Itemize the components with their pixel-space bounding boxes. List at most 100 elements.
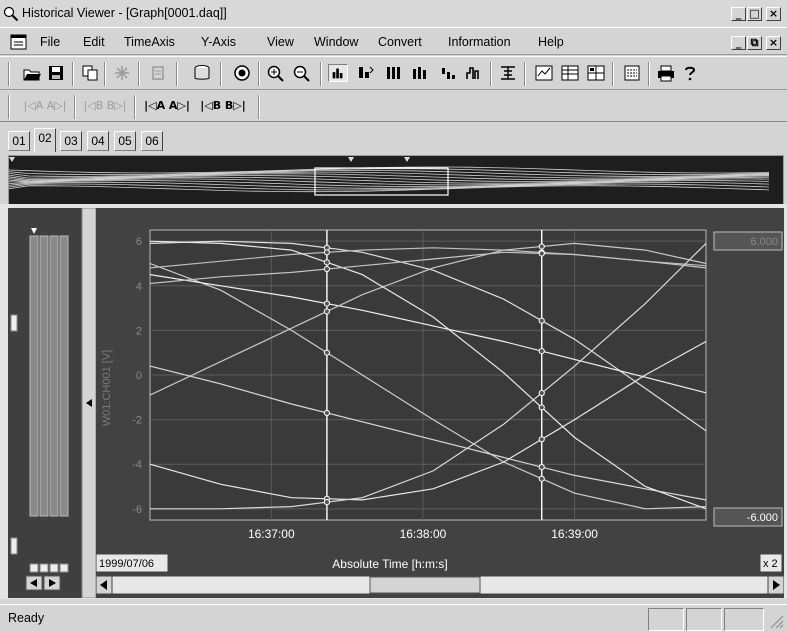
toolbar-separator bbox=[612, 62, 614, 86]
cursor-point bbox=[538, 436, 545, 443]
cursor-b-jump-button[interactable]: |◁B B▷| bbox=[80, 97, 130, 115]
time-scroll-thumb[interactable] bbox=[369, 576, 481, 594]
help-icon[interactable] bbox=[680, 64, 700, 82]
y-tick-labels: 6 4 2 0 -2 -4 -6 bbox=[132, 236, 142, 516]
overview-strip[interactable] bbox=[8, 155, 784, 205]
tab-04[interactable]: 04 bbox=[87, 131, 109, 151]
resize-grip-icon[interactable] bbox=[768, 613, 784, 629]
trend-chart[interactable]: 6 4 2 0 -2 -4 -6 16:37:00 16:38:00 16:39:00 W01:… bbox=[95, 208, 785, 598]
bars-small-icon[interactable] bbox=[410, 64, 430, 82]
doc-minimize-icon: _ bbox=[735, 36, 742, 49]
cursor-point bbox=[538, 317, 545, 324]
tab-label: 03 bbox=[64, 134, 78, 148]
x-tick-labels: 16:37:00 16:38:00 16:39:00 bbox=[248, 527, 598, 541]
menu-y-axis[interactable]: Y-Axis bbox=[201, 35, 236, 49]
grid-icon[interactable] bbox=[586, 64, 606, 82]
status-text: Ready bbox=[8, 611, 45, 625]
tab-label: 05 bbox=[118, 134, 132, 148]
tab-06[interactable]: 06 bbox=[141, 131, 163, 151]
window-title: Historical Viewer - [Graph[0001.daq]] bbox=[22, 6, 227, 20]
group-tabs: 01 02 03 04 05 06 bbox=[0, 123, 787, 153]
channel-toggle[interactable] bbox=[59, 563, 69, 573]
document-icon[interactable] bbox=[10, 34, 27, 50]
tab-02[interactable]: 02 bbox=[34, 128, 56, 152]
menu-window[interactable]: Window bbox=[314, 35, 358, 49]
bars-mini-icon[interactable] bbox=[438, 64, 458, 82]
sparkle-icon[interactable] bbox=[112, 64, 132, 82]
level-bars bbox=[8, 207, 97, 599]
tab-label: 02 bbox=[38, 131, 52, 145]
menu-file[interactable]: File bbox=[40, 35, 60, 49]
overview-traces bbox=[8, 157, 770, 196]
main-toolbar bbox=[0, 56, 787, 90]
tab-01[interactable]: 01 bbox=[8, 131, 30, 151]
tab-label: 01 bbox=[12, 134, 26, 148]
level-bar-4 bbox=[59, 235, 69, 517]
zoom-out-icon[interactable] bbox=[292, 64, 312, 82]
maximize-icon: □ bbox=[749, 7, 760, 20]
upper-handle[interactable] bbox=[10, 314, 18, 332]
plot-area: 6 4 2 0 -2 -4 -6 16:37:00 16:38:00 16:39:00 W01:… bbox=[95, 208, 785, 598]
bars-step-icon[interactable] bbox=[464, 64, 484, 82]
channel-toggle[interactable] bbox=[29, 563, 39, 573]
trend-icon[interactable] bbox=[534, 64, 554, 82]
bars-icon[interactable] bbox=[384, 64, 404, 82]
minimize-button[interactable]: _ bbox=[731, 7, 746, 21]
channel-toggle[interactable] bbox=[39, 563, 49, 573]
menu-bar: File Edit TimeAxis Y-Axis View Window Co… bbox=[0, 29, 787, 55]
cursor-point bbox=[323, 259, 331, 266]
table-icon[interactable] bbox=[560, 64, 580, 82]
cursor-point bbox=[323, 409, 331, 417]
status-pane bbox=[648, 608, 684, 631]
toolbar-separator bbox=[648, 62, 650, 86]
menu-convert[interactable]: Convert bbox=[378, 35, 422, 49]
cursor-a-move-button[interactable]: |◁A A▷| bbox=[142, 97, 192, 115]
digital-icon[interactable] bbox=[498, 64, 518, 82]
overview-start-marker bbox=[9, 157, 15, 162]
toolbar-separator bbox=[320, 62, 322, 86]
status-pane bbox=[724, 608, 764, 631]
lower-handle[interactable] bbox=[10, 537, 18, 555]
channel-toggle[interactable] bbox=[49, 563, 59, 573]
stamp-icon[interactable] bbox=[148, 64, 168, 82]
cursor-bars-icon[interactable] bbox=[328, 64, 348, 82]
status-bar: Ready bbox=[0, 604, 787, 632]
doc-minimize-button[interactable]: _ bbox=[731, 36, 746, 50]
y-tick-label: 6 bbox=[136, 236, 142, 248]
cursor-split-icon[interactable] bbox=[356, 64, 376, 82]
save-icon[interactable] bbox=[46, 64, 66, 82]
y-axis-title: W01:CH001 [V] bbox=[101, 350, 113, 426]
cursor-toolbar: |◁A A▷| |◁B B▷| |◁A A▷| |◁B B▷| bbox=[0, 90, 787, 122]
menu-help[interactable]: Help bbox=[538, 35, 564, 49]
tab-05[interactable]: 05 bbox=[114, 131, 136, 151]
menu-information[interactable]: Information bbox=[448, 35, 511, 49]
print-icon[interactable] bbox=[656, 64, 676, 82]
menu-edit[interactable]: Edit bbox=[83, 35, 105, 49]
overview-cursor-a-marker bbox=[348, 157, 354, 162]
cursor-point bbox=[538, 475, 545, 482]
toolbar-separator bbox=[176, 62, 178, 86]
toolbar-separator bbox=[72, 62, 74, 86]
tab-03[interactable]: 03 bbox=[60, 131, 82, 151]
close-button[interactable]: × bbox=[766, 7, 781, 21]
cursor-point bbox=[538, 389, 545, 397]
y-tick-label: -2 bbox=[132, 415, 142, 427]
cylinder-icon[interactable] bbox=[192, 64, 212, 82]
date-label: 1999/07/06 bbox=[99, 558, 154, 570]
menu-view[interactable]: View bbox=[267, 35, 294, 49]
doc-close-button[interactable]: × bbox=[766, 36, 781, 50]
maximize-button[interactable]: □ bbox=[747, 7, 762, 21]
zoom-in-icon[interactable] bbox=[266, 64, 286, 82]
doc-restore-button[interactable]: ⧉ bbox=[747, 36, 762, 50]
calculator-icon[interactable] bbox=[622, 64, 642, 82]
cursor-point bbox=[323, 249, 331, 256]
cursor-b-move-button[interactable]: |◁B B▷| bbox=[198, 97, 248, 115]
toolbar-separator bbox=[138, 62, 140, 86]
cursor-point bbox=[323, 499, 331, 506]
open-folder-icon[interactable] bbox=[22, 64, 42, 82]
menu-timeaxis[interactable]: TimeAxis bbox=[124, 35, 175, 49]
target-icon[interactable] bbox=[232, 64, 252, 82]
cursor-point bbox=[323, 349, 331, 356]
copy-icon[interactable] bbox=[80, 64, 100, 82]
cursor-a-jump-button[interactable]: |◁A A▷| bbox=[20, 97, 70, 115]
